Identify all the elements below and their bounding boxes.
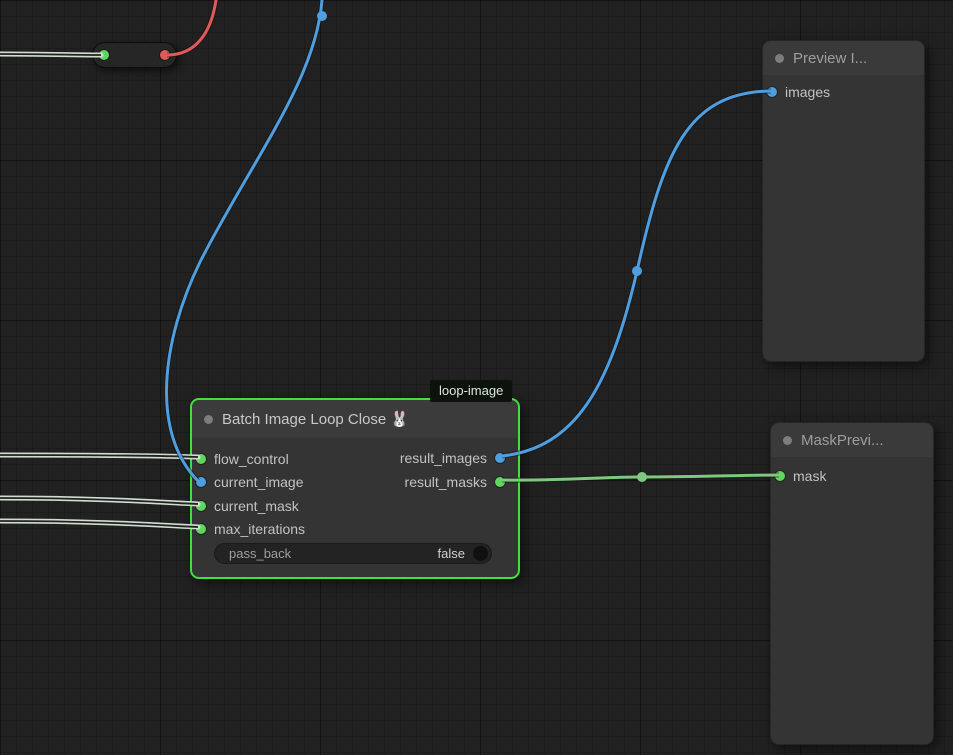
widget-name: pass_back — [229, 546, 291, 561]
node-title: MaskPrevi... — [801, 432, 884, 449]
wire-flow-control-core — [0, 455, 198, 457]
collapse-dot[interactable] — [204, 415, 213, 424]
input-current-image: current_image — [196, 471, 304, 493]
toggle-knob-icon — [473, 546, 488, 561]
wire-current-mask — [0, 498, 198, 504]
node-preview-image[interactable]: Preview I... images — [762, 40, 925, 362]
node-graph-canvas[interactable]: loop-image Batch Image Loop Close 🐰 flow… — [0, 0, 953, 755]
wire-into-collapsed-node — [0, 54, 101, 55]
output-result-masks: result_masks — [405, 471, 505, 493]
node-mask-preview[interactable]: MaskPrevi... mask — [770, 422, 934, 745]
port-label: flow_control — [214, 451, 289, 467]
input-dot-current-image[interactable] — [196, 477, 206, 487]
collapse-dot[interactable] — [783, 436, 792, 445]
input-dot-max-iterations[interactable] — [196, 524, 206, 534]
input-dot-images[interactable] — [767, 87, 777, 97]
wire-result-masks-outline — [502, 475, 779, 480]
input-dot-current-mask[interactable] — [196, 501, 206, 511]
input-images: images — [767, 81, 830, 103]
wire-flow-control — [0, 455, 198, 457]
collapse-dot[interactable] — [775, 54, 784, 63]
input-flow-control: flow_control — [196, 448, 289, 470]
wire-current-mask-core — [0, 498, 198, 504]
port-label: result_masks — [405, 474, 487, 490]
node-title: Batch Image Loop Close 🐰 — [222, 410, 409, 428]
input-mask: mask — [775, 465, 826, 487]
link-midpoint-dot[interactable] — [632, 266, 642, 276]
node-title: Preview I... — [793, 50, 867, 67]
input-current-mask: current_mask — [196, 495, 299, 517]
port-label: images — [785, 84, 830, 100]
output-result-images: result_images — [400, 447, 505, 469]
node-title-bar[interactable]: Preview I... — [763, 41, 924, 75]
wire-result-images — [502, 91, 771, 456]
node-title-bar[interactable]: MaskPrevi... — [771, 423, 933, 457]
node-title-bar[interactable]: Batch Image Loop Close 🐰 — [192, 400, 518, 438]
wire-into-collapsed-node-core — [0, 54, 101, 55]
widget-pass-back-toggle[interactable]: pass_back false — [214, 543, 492, 564]
input-dot-flow-control[interactable] — [196, 454, 206, 464]
collapsed-node[interactable] — [92, 42, 177, 68]
node-batch-image-loop-close[interactable]: Batch Image Loop Close 🐰 flow_control cu… — [190, 398, 520, 579]
collapsed-output-dot[interactable] — [160, 50, 170, 60]
wire-result-masks — [502, 475, 779, 480]
output-dot-result-images[interactable] — [495, 453, 505, 463]
input-dot-mask[interactable] — [775, 471, 785, 481]
collapsed-input-dot[interactable] — [99, 50, 109, 60]
port-label: mask — [793, 468, 826, 484]
port-label: current_mask — [214, 498, 299, 514]
link-midpoint-dot[interactable] — [317, 11, 327, 21]
wire-max-iterations — [0, 521, 198, 527]
wire-result-images-outline — [502, 91, 771, 456]
wire-max-iterations-core — [0, 521, 198, 527]
widget-value: false — [438, 546, 465, 561]
input-max-iterations: max_iterations — [196, 518, 305, 540]
port-label: max_iterations — [214, 521, 305, 537]
link-midpoint-dot[interactable] — [637, 472, 647, 482]
port-label: current_image — [214, 474, 304, 490]
node-tag: loop-image — [430, 380, 512, 402]
output-dot-result-masks[interactable] — [495, 477, 505, 487]
port-label: result_images — [400, 450, 487, 466]
